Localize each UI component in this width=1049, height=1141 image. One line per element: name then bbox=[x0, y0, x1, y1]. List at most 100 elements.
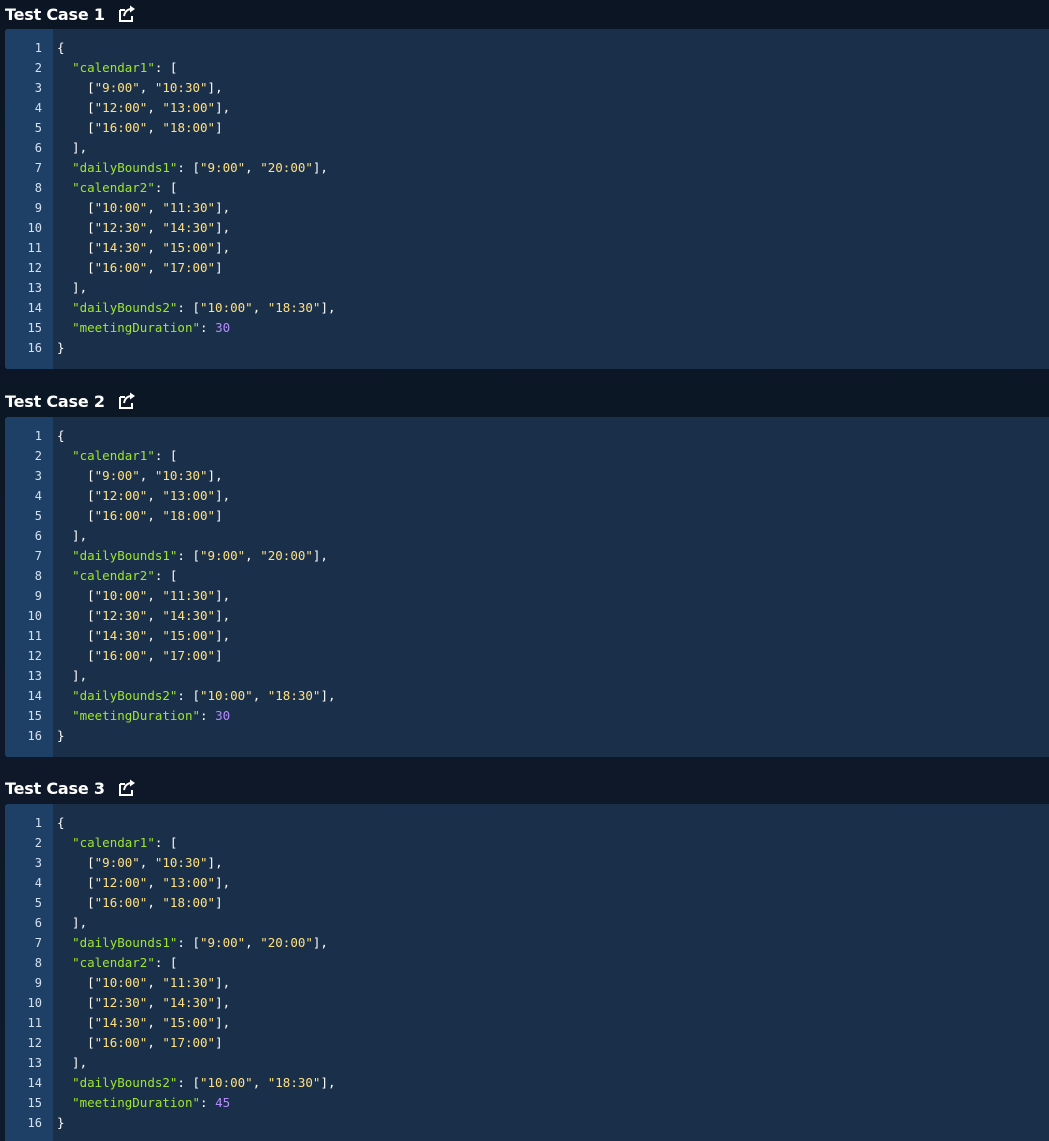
code-token-str: "9:00" bbox=[94, 468, 140, 483]
test-case-title: Test Case 2 bbox=[5, 391, 105, 411]
code-token-p: ], bbox=[215, 608, 231, 623]
code-token-p: , bbox=[252, 688, 268, 703]
code-token-p: , bbox=[147, 1015, 163, 1030]
code-token-p: ], bbox=[312, 160, 328, 175]
code-line: ["12:30", "14:30"], bbox=[57, 993, 230, 1013]
code-editor[interactable]: 1 2 3 4 5 6 7 8 9 10 11 12 13 14 15 16{ "calendar1": [ … bbox=[5, 417, 1049, 757]
code-token-str: "13:00" bbox=[162, 100, 216, 115]
code-token-p bbox=[57, 1075, 72, 1090]
test-case-2: Test Case 2 1 2 3 4 5 6 7 8 9 10 11 12 13 14 15 16{ "ca… bbox=[0, 387, 1049, 757]
code-token-num: 30 bbox=[215, 708, 231, 723]
code-token-key: "calendar2" bbox=[72, 180, 155, 195]
code-token-p: ], bbox=[207, 468, 223, 483]
code-token-p: , bbox=[147, 508, 163, 523]
code-token-p: ], bbox=[57, 1055, 88, 1070]
code-token-p: , bbox=[147, 875, 163, 890]
line-number: 11 bbox=[27, 241, 42, 255]
code-token-key: "dailyBounds1" bbox=[72, 935, 178, 950]
code-token-str: "17:00" bbox=[162, 260, 216, 275]
code-token-p: ], bbox=[320, 688, 336, 703]
code-token-p: : [ bbox=[154, 448, 178, 463]
line-number: 6 bbox=[34, 141, 42, 155]
code-line: "meetingDuration": 45 bbox=[57, 1093, 230, 1113]
code-token-str: "10:00" bbox=[200, 1075, 253, 1090]
code-token-p: [ bbox=[57, 588, 95, 603]
code-token-p bbox=[57, 300, 72, 315]
code-token-p: [ bbox=[57, 648, 95, 663]
code-token-p: , bbox=[147, 200, 163, 215]
code-token-p: ], bbox=[57, 280, 88, 295]
code-token-str: "18:30" bbox=[267, 688, 321, 703]
line-number: 11 bbox=[27, 1016, 42, 1030]
code-token-str: "9:00" bbox=[94, 855, 140, 870]
line-number: 16 bbox=[27, 341, 42, 355]
code-token-p: [ bbox=[57, 120, 95, 135]
code-token-p: [ bbox=[57, 200, 95, 215]
code-editor[interactable]: 1 2 3 4 5 6 7 8 9 10 11 12 13 14 15 16{ "calendar1": [ … bbox=[5, 804, 1049, 1141]
code-line: "dailyBounds2": ["10:00", "18:30"], bbox=[57, 686, 336, 706]
code-token-str: "12:00" bbox=[94, 100, 148, 115]
line-number: 1 bbox=[34, 816, 42, 830]
code-editor[interactable]: 1 2 3 4 5 6 7 8 9 10 11 12 13 14 15 16{ "calendar1": [ … bbox=[5, 29, 1049, 369]
share-icon[interactable] bbox=[117, 391, 137, 411]
line-number: 8 bbox=[34, 181, 42, 195]
line-number: 16 bbox=[27, 1116, 42, 1130]
code-token-p: ], bbox=[215, 975, 231, 990]
code-token-p: ] bbox=[215, 260, 223, 275]
test-case-1: Test Case 1 1 2 3 4 5 6 7 8 9 10 11 12 13 14 15 16{ "ca… bbox=[0, 0, 1049, 369]
code-token-p: ], bbox=[207, 855, 223, 870]
code-token-str: "14:30" bbox=[162, 220, 216, 235]
share-icon[interactable] bbox=[117, 778, 137, 798]
code-token-str: "12:30" bbox=[94, 220, 148, 235]
code-token-str: "9:00" bbox=[200, 548, 246, 563]
line-number: 9 bbox=[34, 201, 42, 215]
code-line: ["16:00", "18:00"] bbox=[57, 893, 223, 913]
code-token-p: ], bbox=[57, 528, 88, 543]
code-token-p: ], bbox=[320, 300, 336, 315]
code-token-key: "meetingDuration" bbox=[72, 708, 200, 723]
code-line: "dailyBounds1": ["9:00", "20:00"], bbox=[57, 933, 328, 953]
code-token-p: , bbox=[139, 80, 155, 95]
line-number: 16 bbox=[27, 729, 42, 743]
line-number: 10 bbox=[27, 996, 42, 1010]
line-number: 2 bbox=[34, 449, 42, 463]
code-line: "dailyBounds1": ["9:00", "20:00"], bbox=[57, 546, 328, 566]
code-line: ], bbox=[57, 666, 87, 686]
code-token-p: ], bbox=[215, 240, 231, 255]
code-token-p: [ bbox=[57, 895, 95, 910]
code-token-str: "10:00" bbox=[200, 300, 253, 315]
code-token-p: [ bbox=[57, 1035, 95, 1050]
line-number: 15 bbox=[27, 321, 42, 335]
line-number: 14 bbox=[27, 301, 42, 315]
line-number-gutter: 1 2 3 4 5 6 7 8 9 10 11 12 13 14 15 16 bbox=[5, 29, 53, 369]
code-token-p: [ bbox=[57, 100, 95, 115]
code-token-p: ], bbox=[312, 935, 328, 950]
code-token-p bbox=[57, 835, 72, 850]
line-number: 6 bbox=[34, 916, 42, 930]
code-line: ], bbox=[57, 1053, 87, 1073]
code-token-str: "10:00" bbox=[94, 200, 148, 215]
code-line: "calendar2": [ bbox=[57, 566, 177, 586]
code-token-p: , bbox=[147, 120, 163, 135]
line-number: 10 bbox=[27, 221, 42, 235]
code-token-p: : bbox=[200, 1095, 216, 1110]
line-number: 12 bbox=[27, 649, 42, 663]
code-line: ["16:00", "17:00"] bbox=[57, 1033, 223, 1053]
code-token-p: ], bbox=[215, 995, 231, 1010]
code-token-p: [ bbox=[57, 995, 95, 1010]
line-number: 8 bbox=[34, 956, 42, 970]
code-token-p: , bbox=[147, 488, 163, 503]
code-token-str: "16:00" bbox=[94, 120, 148, 135]
code-token-str: "20:00" bbox=[260, 548, 313, 563]
code-token-str: "10:00" bbox=[200, 688, 253, 703]
code-token-p: [ bbox=[57, 508, 95, 523]
code-line: "dailyBounds1": ["9:00", "20:00"], bbox=[57, 158, 328, 178]
code-token-str: "10:00" bbox=[94, 975, 148, 990]
share-icon[interactable] bbox=[117, 4, 137, 24]
code-token-str: "12:00" bbox=[94, 488, 148, 503]
code-token-str: "9:00" bbox=[200, 935, 246, 950]
code-token-p: , bbox=[147, 240, 163, 255]
code-token-str: "18:00" bbox=[162, 120, 216, 135]
code-line: "calendar1": [ bbox=[57, 833, 177, 853]
code-token-p: , bbox=[147, 628, 163, 643]
